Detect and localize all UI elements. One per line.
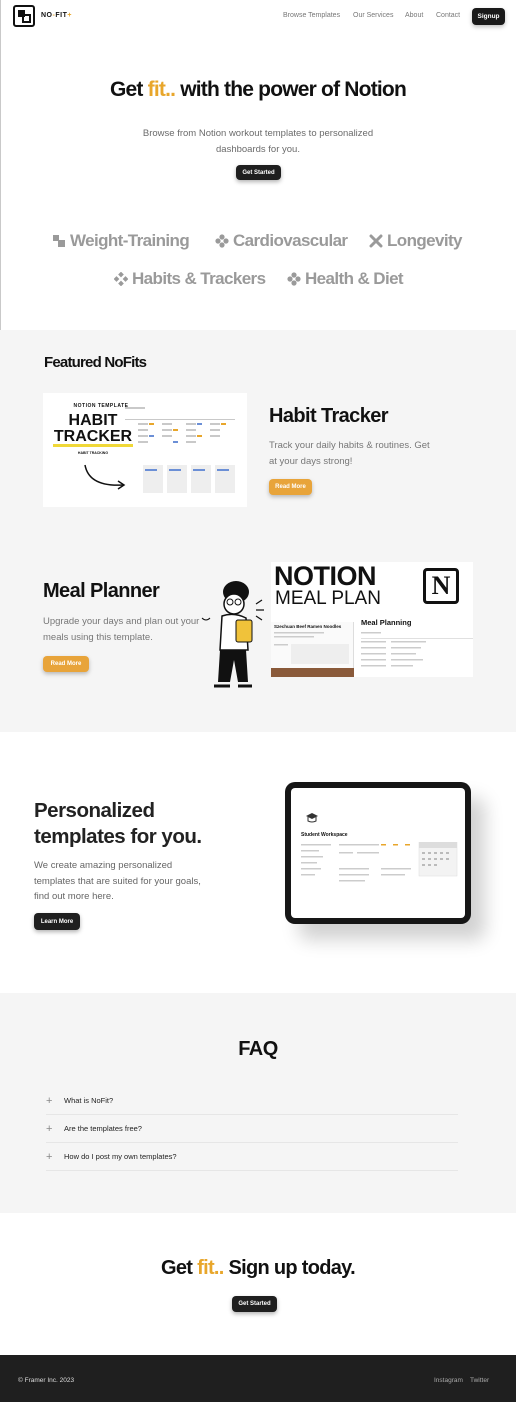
hero-subtitle: Browse from Notion workout templates to …: [142, 128, 374, 155]
longevity-icon: [369, 234, 383, 248]
category-habits-trackers[interactable]: Habits & Trackers: [114, 269, 266, 289]
notion-logo-icon: N: [423, 568, 459, 604]
footer-twitter-link[interactable]: Twitter: [470, 1377, 489, 1384]
nav-our-services[interactable]: Our Services: [353, 12, 393, 19]
logo-text[interactable]: NO-FIT+: [41, 12, 72, 19]
tablet-screen: Student Workspace: [291, 788, 465, 918]
plus-icon: +: [46, 1094, 53, 1107]
featured-title: Featured NoFits: [44, 354, 147, 371]
footer-instagram-link[interactable]: Instagram: [434, 1377, 463, 1384]
hero-get-started-button[interactable]: Get Started: [236, 165, 281, 180]
logo-icon[interactable]: [13, 5, 35, 27]
nav-browse-templates[interactable]: Browse Templates: [283, 12, 340, 19]
faq-title: FAQ: [238, 1038, 278, 1060]
personalized-title: Personalized templates for you.: [34, 799, 202, 848]
weight-training-icon: [53, 235, 65, 247]
plus-icon: +: [46, 1122, 53, 1135]
faq-item[interactable]: + What is NoFit?: [46, 1087, 458, 1115]
nav-about[interactable]: About: [405, 12, 423, 19]
category-cardiovascular[interactable]: Cardiovascular: [215, 231, 348, 251]
meal-planner-title: Meal Planner: [43, 580, 160, 602]
category-longevity[interactable]: Longevity: [369, 231, 462, 251]
nav-contact[interactable]: Contact: [436, 12, 460, 19]
signup-button[interactable]: Signup: [472, 8, 505, 25]
category-health-diet[interactable]: Health & Diet: [287, 269, 404, 289]
habit-table-preview: [125, 407, 235, 493]
cta-get-started-button[interactable]: Get Started: [232, 1296, 277, 1312]
footer: © Framer Inc. 2023 Instagram Twitter: [0, 1355, 516, 1402]
top-nav: NO-FIT+ Browse Templates Our Services Ab…: [0, 0, 516, 34]
category-weight-training[interactable]: Weight-Training: [52, 231, 190, 251]
tablet-mockup: Student Workspace: [285, 782, 471, 924]
faq-item[interactable]: + Are the templates free?: [46, 1115, 458, 1143]
person-illustration: [201, 581, 264, 688]
health-diet-icon: [287, 272, 301, 286]
cta-title: Get fit.. Sign up today.: [161, 1257, 356, 1279]
plus-icon: +: [46, 1150, 53, 1163]
habit-read-more-button[interactable]: Read More: [269, 479, 312, 495]
faq-item[interactable]: + How do I post my own templates?: [46, 1143, 458, 1171]
meal-planner-preview[interactable]: NOTION MEAL PLAN N Szechuan Beef Ramen N…: [271, 562, 473, 677]
personalized-description: We create amazing personalized templates…: [34, 860, 201, 902]
meal-planner-description: Upgrade your days and plan out your meal…: [43, 616, 200, 643]
cardiovascular-icon: [215, 234, 229, 248]
learn-more-button[interactable]: Learn More: [34, 913, 80, 930]
footer-copyright: © Framer Inc. 2023: [18, 1377, 75, 1384]
habit-tracker-title: Habit Tracker: [269, 405, 389, 427]
habit-tracker-preview[interactable]: NOTION TEMPLATE HABIT TRACKER HABIT TRAC…: [43, 393, 247, 507]
arrow-illustration: [84, 464, 126, 490]
graduation-cap-icon: [306, 813, 318, 823]
habits-icon: [114, 272, 128, 286]
hero-title: Get fit.. with the power of Notion: [110, 78, 407, 101]
habit-tracker-description: Track your daily habits & routines. Get …: [269, 440, 430, 467]
meal-read-more-button[interactable]: Read More: [43, 656, 89, 672]
